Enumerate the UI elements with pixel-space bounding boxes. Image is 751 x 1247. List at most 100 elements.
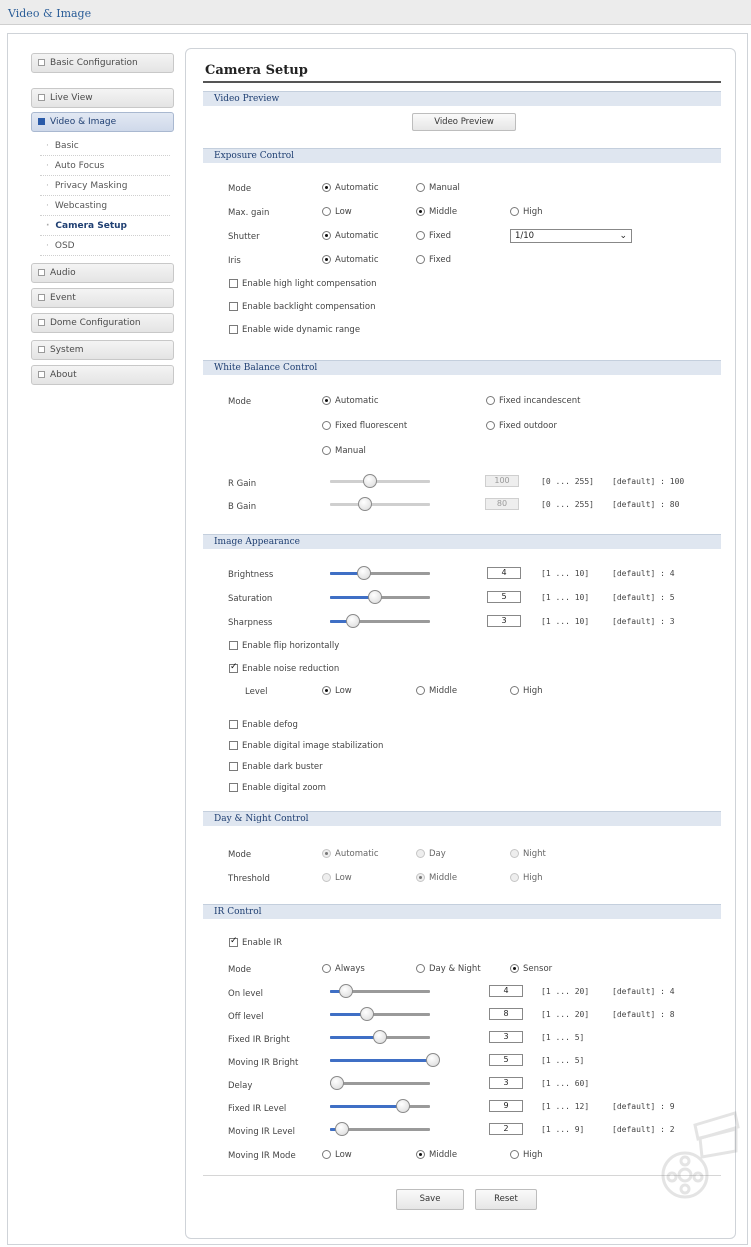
on-level-slider[interactable] [330,984,430,1000]
video-preview-button[interactable]: Video Preview [412,113,516,131]
digital-stabilization-checkbox[interactable]: Enable digital image stabilization [229,741,383,751]
slider-handle[interactable] [360,1007,374,1021]
moving-ir-mode-low[interactable]: Low [322,1150,352,1160]
max-gain-high[interactable]: High [510,207,543,217]
wb-manual[interactable]: Manual [322,446,366,456]
brightness-value[interactable]: 4 [487,567,521,579]
flip-horizontally-checkbox[interactable]: Enable flip horizontally [229,641,339,651]
reset-button[interactable]: Reset [475,1189,537,1210]
sidebar-item-privacy-masking[interactable]: · Privacy Masking [40,176,170,196]
max-gain-middle[interactable]: Middle [416,207,457,217]
b-gain-slider[interactable] [330,497,430,513]
on-level-default: [default] : 4 [612,987,675,996]
moving-ir-bright-slider[interactable] [330,1053,440,1069]
backlight-compensation-checkbox[interactable]: Enable backlight compensation [229,302,375,312]
slider-handle[interactable] [339,984,353,998]
digital-zoom-checkbox[interactable]: Enable digital zoom [229,783,326,793]
b-gain-value[interactable]: 80 [485,498,519,510]
max-gain-low[interactable]: Low [322,207,352,217]
nav-basic-configuration[interactable]: Basic Configuration [31,53,174,73]
slider-handle[interactable] [358,497,372,511]
wide-dynamic-range-checkbox[interactable]: Enable wide dynamic range [229,325,360,335]
ir-mode-day-night[interactable]: Day & Night [416,964,481,974]
moving-ir-level-slider[interactable] [330,1122,430,1138]
off-level-slider[interactable] [330,1007,430,1023]
delay-value[interactable]: 3 [489,1077,523,1089]
sidebar-item-camera-setup[interactable]: · Camera Setup [40,216,170,236]
sharpness-label: Sharpness [228,618,273,628]
fixed-ir-level-value[interactable]: 9 [489,1100,523,1112]
ir-mode-sensor[interactable]: Sensor [510,964,552,974]
nav-event[interactable]: Event [31,288,174,308]
slider-handle[interactable] [346,614,360,628]
wb-fixed-outdoor[interactable]: Fixed outdoor [486,421,557,431]
moving-ir-mode-high[interactable]: High [510,1150,543,1160]
saturation-slider[interactable] [330,590,430,606]
moving-ir-bright-value[interactable]: 5 [489,1054,523,1066]
noise-level-low[interactable]: Low [322,686,352,696]
sidebar-item-osd[interactable]: · OSD [40,236,170,256]
shutter-automatic[interactable]: Automatic [322,231,379,241]
shutter-label: Shutter [228,232,260,242]
noise-level-high[interactable]: High [510,686,543,696]
moving-ir-level-value[interactable]: 2 [489,1123,523,1135]
day-night-automatic[interactable]: Automatic [322,849,379,859]
threshold-low[interactable]: Low [322,873,352,883]
fixed-ir-bright-slider[interactable] [330,1030,430,1046]
day-night-night[interactable]: Night [510,849,546,859]
dark-buster-checkbox[interactable]: Enable dark buster [229,762,323,772]
day-night-day[interactable]: Day [416,849,446,859]
delay-slider[interactable] [330,1076,430,1092]
high-light-compensation-checkbox[interactable]: Enable high light compensation [229,279,377,289]
iris-automatic[interactable]: Automatic [322,255,379,265]
slider-handle[interactable] [363,474,377,488]
nav-dome-configuration[interactable]: Dome Configuration [31,313,174,333]
moving-ir-mode-middle[interactable]: Middle [416,1150,457,1160]
expand-icon [38,269,45,276]
threshold-middle[interactable]: Middle [416,873,457,883]
fixed-ir-bright-value[interactable]: 3 [489,1031,523,1043]
saturation-value[interactable]: 5 [487,591,521,603]
slider-handle[interactable] [396,1099,410,1113]
nav-system[interactable]: System [31,340,174,360]
fixed-ir-level-slider[interactable] [330,1099,430,1115]
slider-handle[interactable] [368,590,382,604]
off-level-value[interactable]: 8 [489,1008,523,1020]
sidebar-item-webcasting[interactable]: · Webcasting [40,196,170,216]
enable-ir-checkbox[interactable]: Enable IR [229,936,282,948]
slider-handle[interactable] [357,566,371,580]
on-level-value[interactable]: 4 [489,985,523,997]
nav-video-image[interactable]: Video & Image [31,112,174,132]
nav-about[interactable]: About [31,365,174,385]
slider-handle[interactable] [426,1053,440,1067]
wb-fixed-incandescent[interactable]: Fixed incandescent [486,396,580,406]
slider-handle[interactable] [330,1076,344,1090]
slider-handle[interactable] [335,1122,349,1136]
sharpness-value[interactable]: 3 [487,615,521,627]
sharpness-slider[interactable] [330,614,430,630]
film-reel-watermark-icon [661,1111,740,1199]
defog-checkbox[interactable]: Enable defog [229,720,298,730]
threshold-high[interactable]: High [510,873,543,883]
noise-reduction-checkbox[interactable]: Enable noise reduction [229,662,339,674]
wb-fixed-fluorescent[interactable]: Fixed fluorescent [322,421,407,431]
brightness-slider[interactable] [330,566,430,582]
noise-level-label: Level [245,687,268,697]
r-gain-slider[interactable] [330,474,430,490]
nav-audio[interactable]: Audio [31,263,174,283]
wb-automatic[interactable]: Automatic [322,396,379,406]
exposure-mode-automatic[interactable]: Automatic [322,183,379,193]
ir-mode-always[interactable]: Always [322,964,365,974]
sidebar-item-auto-focus[interactable]: · Auto Focus [40,156,170,176]
sidebar-item-basic[interactable]: · Basic [40,136,170,156]
exposure-mode-manual[interactable]: Manual [416,183,460,193]
slider-handle[interactable] [373,1030,387,1044]
shutter-speed-select[interactable]: 1/10 ⌄ [510,229,632,243]
save-button[interactable]: Save [396,1189,464,1210]
nav-live-view[interactable]: Live View [31,88,174,108]
iris-fixed[interactable]: Fixed [416,255,451,265]
noise-level-middle[interactable]: Middle [416,686,457,696]
expand-icon [38,94,45,101]
r-gain-value[interactable]: 100 [485,475,519,487]
shutter-fixed[interactable]: Fixed [416,231,451,241]
